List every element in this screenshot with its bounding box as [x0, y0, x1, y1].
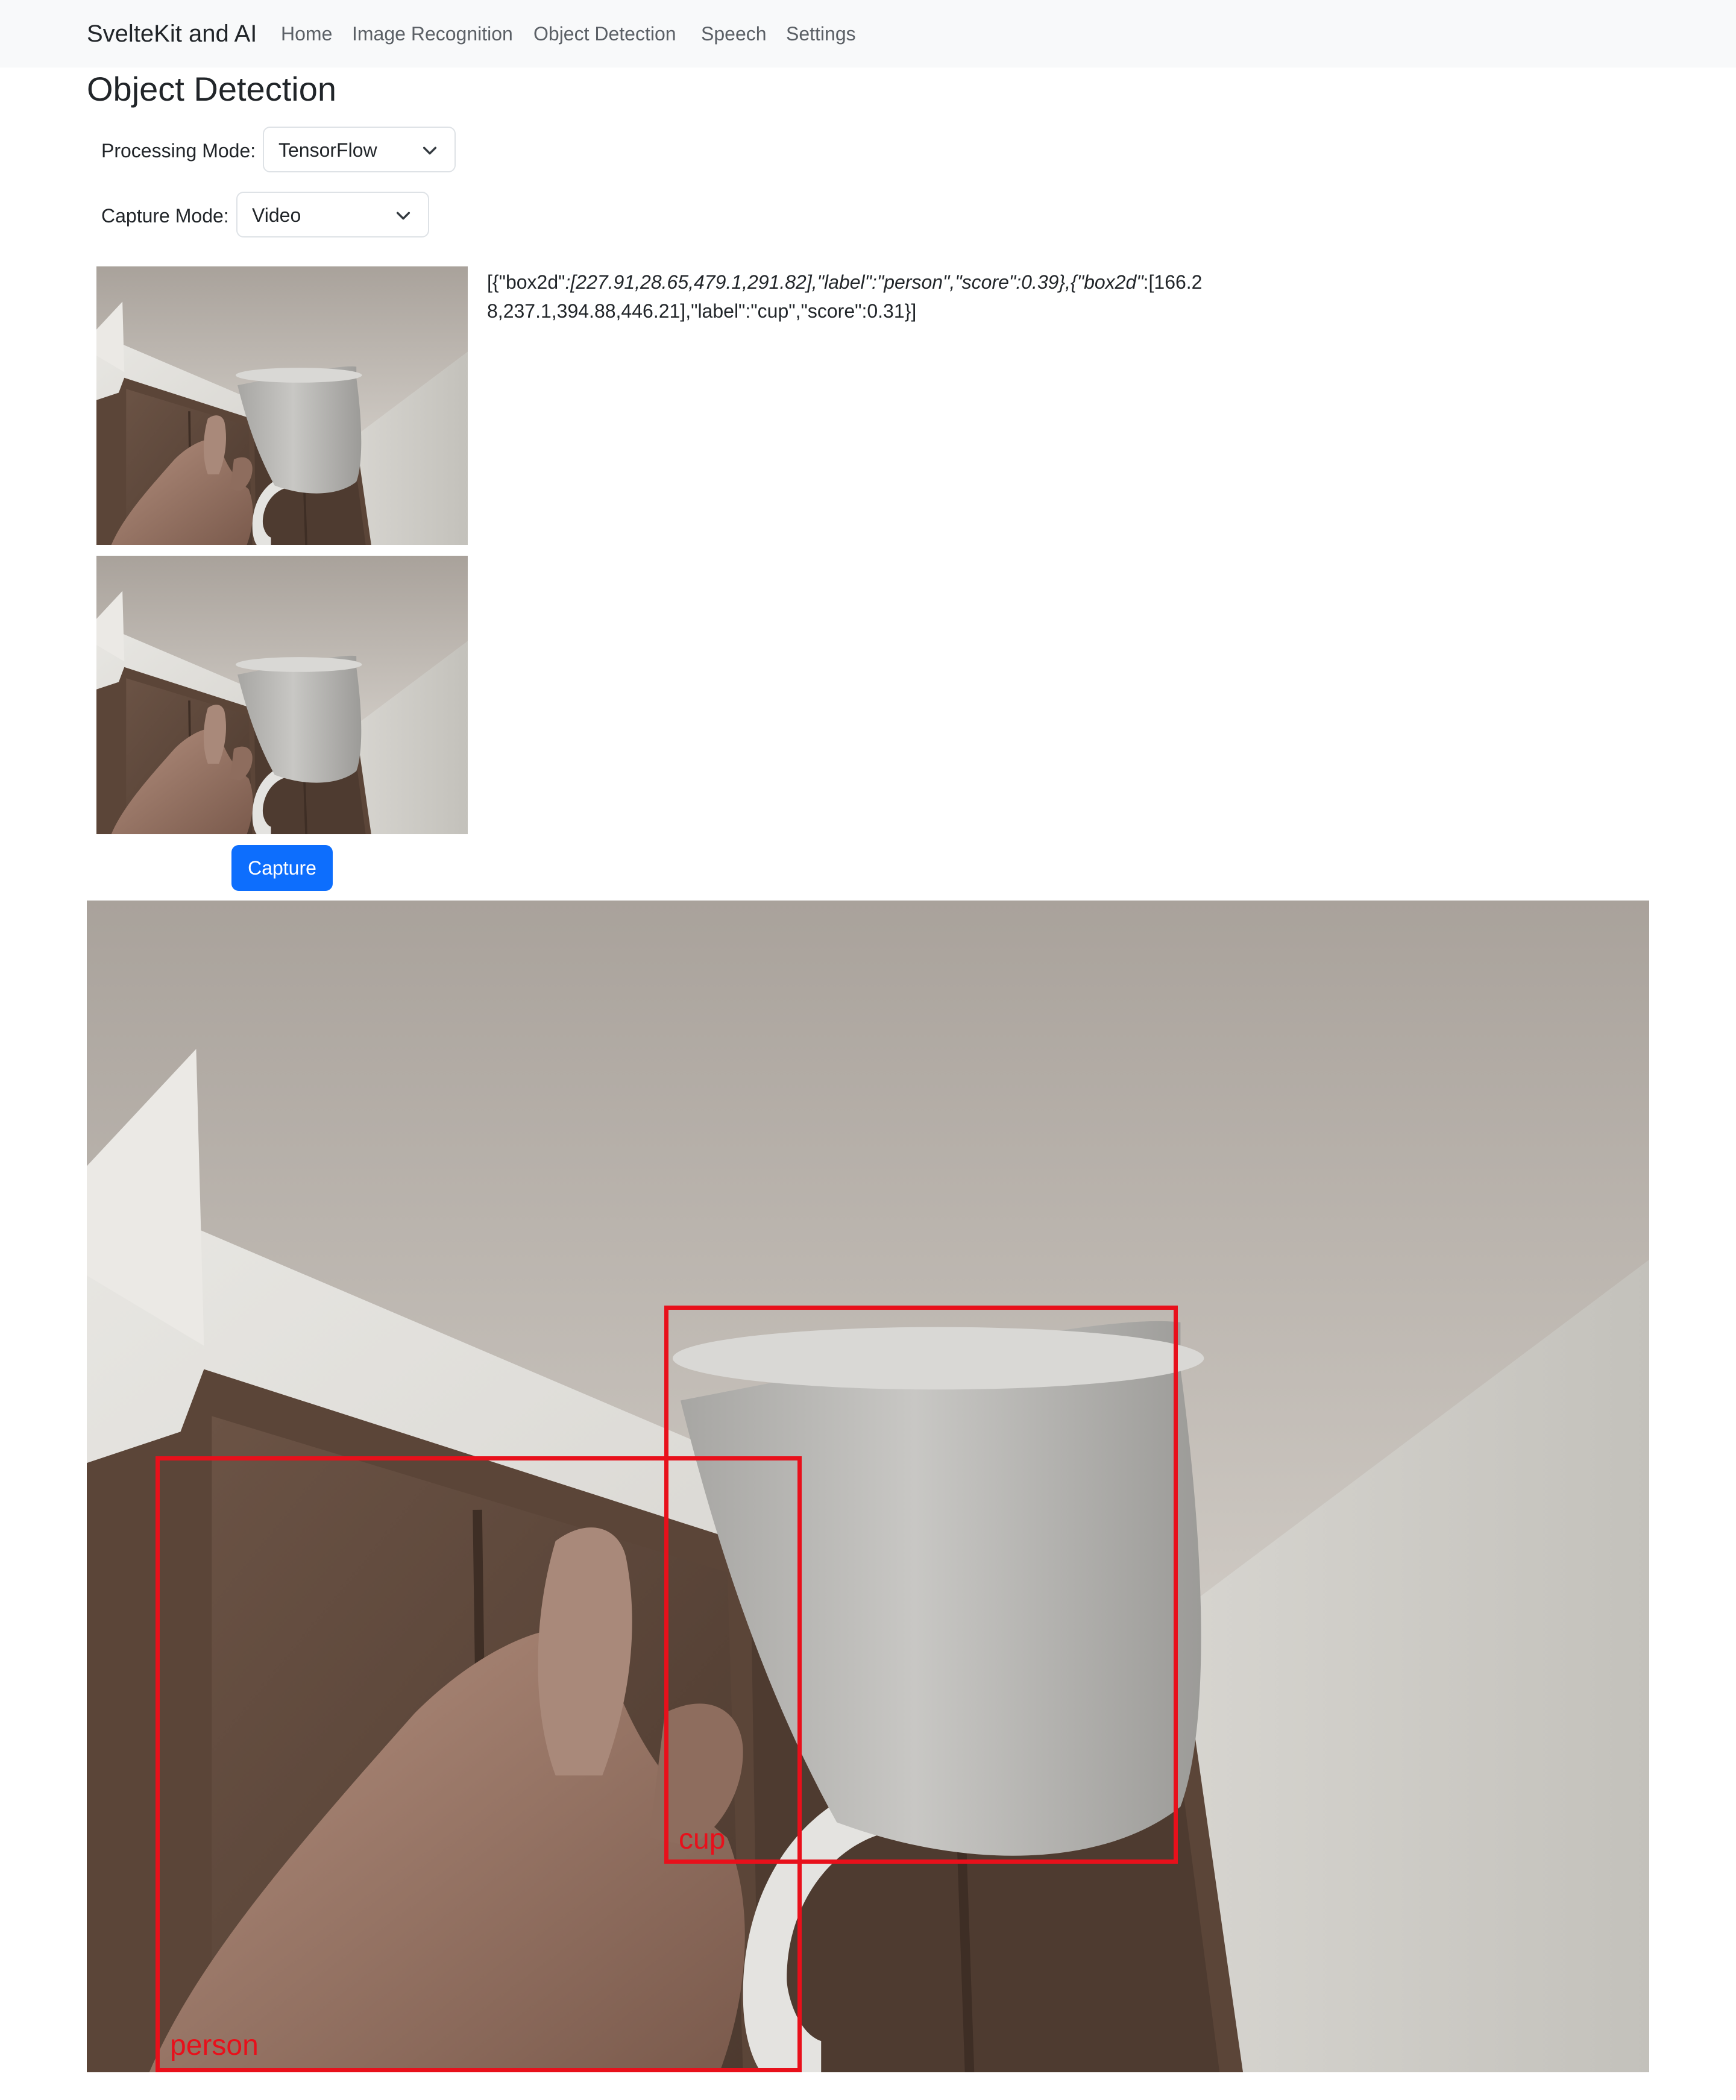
capture-mode-label: Capture Mode:	[101, 205, 229, 227]
chevron-down-icon	[423, 146, 437, 155]
nav-link-settings[interactable]: Settings	[786, 20, 856, 47]
processing-mode-select[interactable]: TensorFlow	[263, 127, 456, 172]
detection-label-person: person	[170, 2029, 259, 2061]
navbar-brand[interactable]: SvelteKit and AI	[87, 18, 257, 49]
capture-mode-select[interactable]: Video	[236, 192, 429, 237]
capture-mode-value: Video	[252, 204, 301, 226]
top-navbar: SvelteKit and AI Home Image Recognition …	[0, 0, 1736, 68]
nav-link-speech[interactable]: Speech	[701, 20, 767, 47]
captured-frame-preview	[96, 556, 468, 834]
page-title: Object Detection	[87, 70, 336, 108]
nav-link-home[interactable]: Home	[281, 20, 332, 47]
detection-result-json: [{"box2d":[227.91,28.65,479.1,291.82],"l…	[487, 268, 1210, 325]
processing-mode-label: Processing Mode:	[101, 140, 256, 162]
detection-box-person	[156, 1456, 802, 2072]
video-preview	[96, 266, 468, 545]
processing-mode-value: TensorFlow	[278, 139, 377, 161]
result-text-part-1: [{"box2d"	[487, 271, 565, 293]
detection-label-cup: cup	[679, 1823, 726, 1855]
annotated-detection-image: cup person	[87, 901, 1649, 2072]
nav-link-object-detection[interactable]: Object Detection	[533, 20, 676, 47]
nav-link-image-recognition[interactable]: Image Recognition	[352, 20, 513, 47]
capture-button[interactable]: Capture	[231, 845, 333, 891]
result-text-part-2: :[227.91,28.65,479.1,291.82],"label":"pe…	[565, 271, 1143, 293]
chevron-down-icon	[396, 212, 410, 220]
